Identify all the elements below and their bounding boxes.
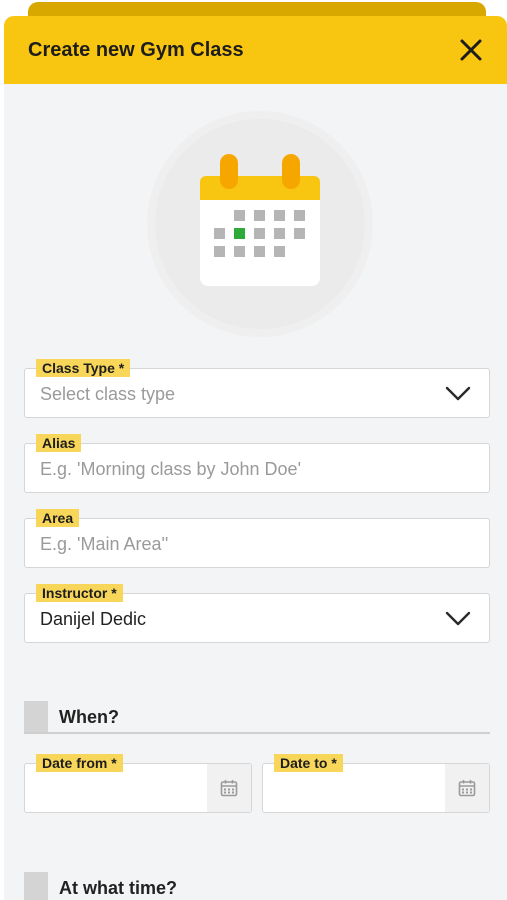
date-from-label: Date from *: [36, 754, 123, 772]
chevron-down-icon[interactable]: [445, 386, 471, 402]
instructor-label: Instructor *: [36, 584, 123, 602]
section-marker: [24, 701, 48, 733]
area-input[interactable]: E.g. 'Main Area'': [24, 518, 490, 568]
modal-title: Create new Gym Class: [28, 38, 244, 61]
when-section-title: When?: [59, 707, 119, 727]
calendar-icon: [458, 780, 476, 797]
alias-input[interactable]: E.g. 'Morning class by John Doe': [24, 443, 490, 493]
calendar-icon: [220, 780, 238, 797]
date-to-label: Date to *: [274, 754, 343, 772]
when-section-header: When?: [24, 701, 490, 734]
time-section-title: At what time?: [59, 878, 178, 898]
alias-label: Alias: [36, 434, 82, 452]
class-type-placeholder: Select class type: [40, 384, 176, 404]
alias-placeholder: E.g. 'Morning class by John Doe': [40, 459, 301, 479]
modal-header: Create new Gym Class: [4, 16, 507, 84]
class-type-label: Class Type *: [36, 359, 131, 377]
date-from-picker-button[interactable]: [207, 764, 251, 812]
time-section-header: At what time?: [24, 872, 490, 900]
close-icon[interactable]: [457, 36, 485, 64]
section-marker: [24, 872, 48, 900]
modal-sheet: Create new Gym Class Class Type * Select…: [4, 16, 507, 900]
area-placeholder: E.g. 'Main Area'': [40, 534, 169, 554]
date-to-picker-button[interactable]: [445, 764, 489, 812]
instructor-value: Danijel Dedic: [40, 609, 147, 629]
chevron-down-icon[interactable]: [445, 611, 471, 627]
calendar-illustration-icon: [200, 154, 320, 286]
area-label: Area: [36, 509, 80, 527]
section-divider: [24, 732, 490, 734]
